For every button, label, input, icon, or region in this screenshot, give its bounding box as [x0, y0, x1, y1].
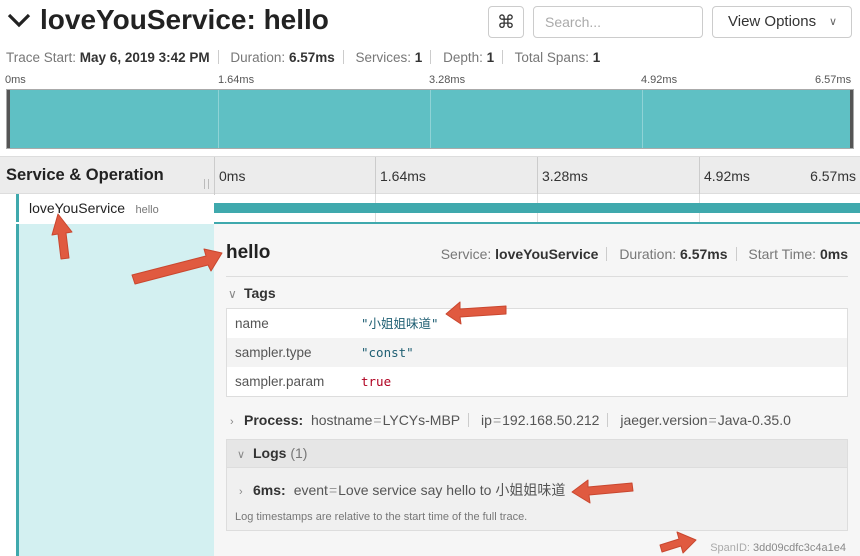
search-input[interactable]: Search...: [533, 6, 703, 38]
detail-service-value: loveYouService: [495, 246, 599, 262]
duration-value: 6.57ms: [288, 50, 335, 65]
trace-title: loveYouService: hello: [40, 4, 329, 35]
view-options-dropdown[interactable]: View Options ∨: [712, 6, 852, 38]
minimap-tick: 1.64ms: [218, 74, 255, 86]
timeline-tick-row: 4.92ms 6.57ms: [699, 157, 860, 195]
depth-value: 1: [486, 50, 495, 65]
tag-key: name: [235, 316, 269, 331]
timeline-tick: 0ms: [214, 157, 245, 195]
logs-label: Logs: [253, 445, 287, 461]
span-service-name: loveYouService: [29, 200, 125, 216]
process-key: jaeger.version: [620, 412, 708, 428]
span-id-label: SpanID:: [710, 542, 750, 554]
log-key: event: [293, 482, 328, 498]
span-id: SpanID: 3dd09cdfc3c4a1e4: [710, 542, 846, 554]
process-value: Java-0.35.0: [717, 412, 791, 428]
logs-section: ∨ Logs (1) › 6ms: event=Love service say he…: [226, 439, 848, 531]
service-operation-header: Service & Operation: [6, 166, 164, 184]
minimap-ticks: 0ms 1.64ms 3.28ms 4.92ms 6.57ms: [0, 74, 860, 88]
log-time: 6ms:: [253, 482, 286, 498]
detail-duration-label: Duration:: [619, 246, 677, 262]
services-value: 1: [414, 50, 423, 65]
tag-value: "const": [361, 345, 414, 360]
process-value: LYCYs-MBP: [382, 412, 461, 428]
trace-minimap[interactable]: [6, 89, 854, 149]
span-name-cell[interactable]: loveYouService hello: [16, 194, 214, 222]
chevron-right-icon: ›: [230, 416, 234, 428]
trace-start-label: Trace Start:: [6, 50, 77, 65]
minimap-tick: 4.92ms: [641, 74, 678, 86]
chevron-down-icon: ∨: [237, 449, 246, 461]
tag-key: sampler.param: [235, 374, 325, 389]
span-operation-name: hello: [135, 204, 159, 216]
span-row[interactable]: loveYouService hello: [0, 194, 860, 222]
minimap-left-handle[interactable]: [7, 90, 10, 148]
span-detail-meta: Service: loveYouService Duration: 6.57ms…: [441, 246, 848, 262]
logs-note: Log timestamps are relative to the start…: [235, 511, 528, 523]
minimap-right-handle[interactable]: [850, 90, 853, 148]
total-spans-label: Total Spans:: [514, 50, 589, 65]
tags-label: Tags: [244, 285, 276, 301]
process-key: ip: [481, 412, 492, 428]
logs-count: (1): [290, 445, 308, 461]
span-detail-gutter: [16, 224, 214, 556]
log-entry[interactable]: › 6ms: event=Love service say hello to 小姐姐…: [239, 480, 565, 500]
tag-row[interactable]: sampler.param true: [227, 367, 847, 396]
depth-label: Depth:: [443, 50, 483, 65]
trace-meta: Trace Start: May 6, 2019 3:42 PM Duratio…: [6, 50, 600, 65]
logs-toggle[interactable]: ∨ Logs (1): [227, 440, 847, 468]
chevron-down-icon: ∨: [828, 16, 837, 28]
tag-value: "小姐姐味道": [361, 316, 439, 331]
span-detail-title: hello: [226, 242, 271, 263]
tags-table: name "小姐姐味道" sampler.type "const" sample…: [226, 308, 848, 397]
view-options-label: View Options: [728, 13, 817, 30]
detail-duration-value: 6.57ms: [680, 246, 728, 262]
minimap-tick: 0ms: [5, 74, 26, 86]
chevron-right-icon: ›: [239, 486, 243, 498]
timeline-header-row: Service & Operation 0ms 1.64ms 3.28ms 4.…: [0, 156, 860, 195]
tag-key: sampler.type: [235, 345, 312, 360]
process-label: Process:: [244, 412, 304, 428]
tags-toggle[interactable]: ∨ Tags: [228, 285, 276, 301]
collapse-chevron-icon[interactable]: [6, 10, 32, 32]
duration-label: Duration:: [230, 50, 286, 65]
tag-row[interactable]: name "小姐姐味道": [227, 309, 847, 338]
minimap-tick: 3.28ms: [429, 74, 466, 86]
total-spans-value: 1: [592, 50, 601, 65]
trace-start-value: May 6, 2019 3:42 PM: [79, 50, 210, 65]
timeline-tick: 1.64ms: [375, 157, 426, 195]
tag-row[interactable]: sampler.type "const": [227, 338, 847, 367]
tag-value: true: [361, 374, 392, 389]
log-value: Love service say hello to 小姐姐味道: [338, 482, 566, 498]
timeline-tick: 3.28ms: [537, 157, 588, 195]
span-bar[interactable]: [214, 203, 860, 213]
keyboard-shortcuts-button[interactable]: ⌘: [488, 6, 524, 38]
process-toggle[interactable]: › Process: hostname=LYCYs-MBP ip=192.168.…: [230, 412, 791, 428]
trace-header: loveYouService: hello ⌘ Search... View O…: [0, 0, 860, 46]
span-id-value: 3dd09cdfc3c4a1e4: [753, 542, 846, 554]
timeline-tick: 6.57ms: [810, 168, 856, 184]
minimap-tick: 6.57ms: [815, 74, 852, 86]
process-value: 192.168.50.212: [502, 412, 600, 428]
process-key: hostname: [310, 412, 373, 428]
timeline-tick: 4.92ms: [704, 168, 750, 184]
services-label: Services:: [355, 50, 412, 65]
chevron-down-icon: ∨: [228, 287, 237, 301]
column-resize-handle[interactable]: [204, 179, 209, 189]
span-detail-panel: hello Service: loveYouService Duration: …: [214, 222, 860, 556]
detail-start-time-value: 0ms: [819, 246, 848, 262]
detail-start-time-label: Start Time:: [748, 246, 817, 262]
detail-service-label: Service:: [440, 246, 492, 262]
